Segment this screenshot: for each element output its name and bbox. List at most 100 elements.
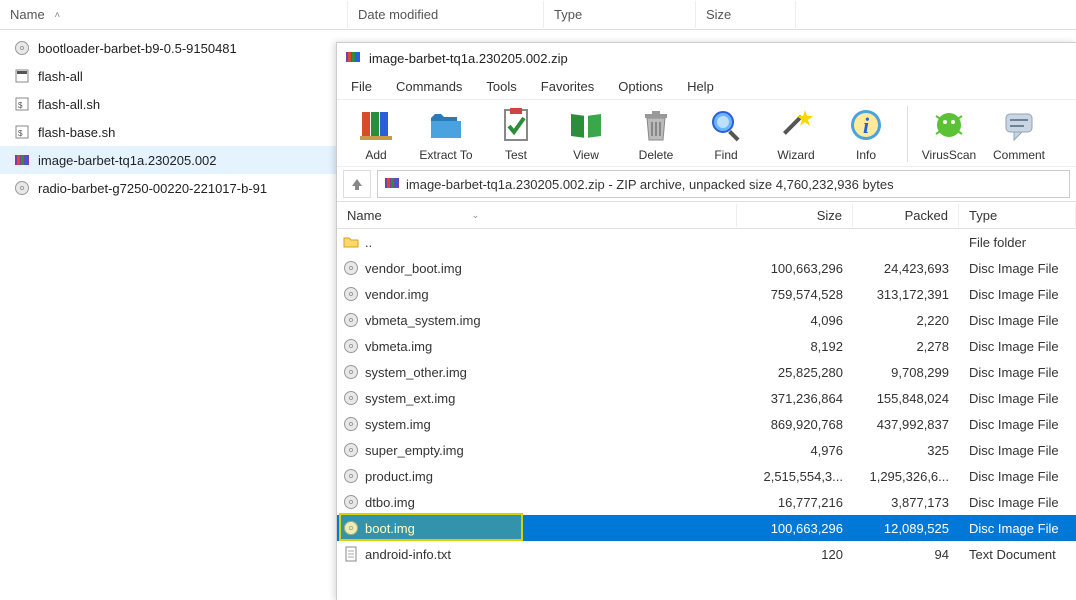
name-cell: .. — [337, 234, 737, 250]
winrar-window: image-barbet-tq1a.230205.002.zip FileCom… — [336, 42, 1076, 600]
test-button[interactable]: Test — [481, 104, 551, 164]
shell-icon: $ — [14, 124, 30, 140]
text-icon — [343, 546, 359, 562]
disc-icon — [343, 390, 359, 406]
size-cell: 100,663,296 — [737, 521, 853, 536]
disc-icon — [343, 494, 359, 510]
packed-cell: 94 — [853, 547, 959, 562]
type-cell: Disc Image File — [959, 417, 1076, 432]
archive-row[interactable]: dtbo.img16,777,2163,877,173Disc Image Fi… — [337, 489, 1076, 515]
menu-file[interactable]: File — [339, 75, 384, 98]
col-header-date[interactable]: Date modified — [348, 1, 544, 28]
type-cell: Disc Image File — [959, 469, 1076, 484]
comment-button[interactable]: Comment — [984, 104, 1054, 164]
archive-row[interactable]: system.img869,920,768437,992,837Disc Ima… — [337, 411, 1076, 437]
packed-cell: 155,848,024 — [853, 391, 959, 406]
trash-icon — [637, 106, 675, 144]
col-name-label: Name — [10, 7, 45, 22]
svg-text:i: i — [863, 113, 870, 138]
file-name: radio-barbet-g7250-00220-221017-b-91 — [38, 181, 267, 196]
menu-tools[interactable]: Tools — [474, 75, 528, 98]
toolbar: Add Extract ToTestViewDelete Find Wizard i In… — [337, 99, 1076, 167]
archive-row[interactable]: vendor_boot.img100,663,29624,423,693Disc… — [337, 255, 1076, 281]
type-cell: Disc Image File — [959, 261, 1076, 276]
file-name: system.img — [365, 417, 431, 432]
winrar-icon — [384, 175, 400, 194]
archive-row[interactable]: vbmeta.img8,1922,278Disc Image File — [337, 333, 1076, 359]
menu-help[interactable]: Help — [675, 75, 726, 98]
name-cell: vbmeta_system.img — [337, 312, 737, 328]
packed-cell: 1,295,326,6... — [853, 469, 959, 484]
delete-button[interactable]: Delete — [621, 104, 691, 164]
file-name: vbmeta.img — [365, 339, 432, 354]
file-name: super_empty.img — [365, 443, 464, 458]
add-button[interactable]: Add — [341, 104, 411, 164]
size-cell: 2,515,554,3... — [737, 469, 853, 484]
comment-icon — [1000, 106, 1038, 144]
archive-col-size[interactable]: Size — [737, 204, 853, 227]
archive-row[interactable]: android-info.txt12094Text Document — [337, 541, 1076, 567]
disc-icon — [343, 312, 359, 328]
col-header-type[interactable]: Type — [544, 1, 696, 28]
archive-row[interactable]: boot.img100,663,29612,089,525Disc Image … — [337, 515, 1076, 541]
archive-col-type[interactable]: Type — [959, 204, 1076, 227]
winrar-app-icon — [345, 49, 361, 68]
file-name: android-info.txt — [365, 547, 451, 562]
size-cell: 869,920,768 — [737, 417, 853, 432]
archive-row[interactable]: vendor.img759,574,528313,172,391Disc Ima… — [337, 281, 1076, 307]
find-icon — [707, 106, 745, 144]
address-text: image-barbet-tq1a.230205.002.zip - ZIP a… — [406, 177, 894, 192]
archive-col-name[interactable]: Name ⌄ — [337, 204, 737, 227]
info-button[interactable]: i Info — [831, 104, 901, 164]
toolbar-label: Wizard — [777, 148, 814, 162]
shell-icon: $ — [14, 96, 30, 112]
packed-cell: 313,172,391 — [853, 287, 959, 302]
type-cell: Disc Image File — [959, 365, 1076, 380]
sort-indicator-icon: ˄ — [54, 10, 60, 21]
type-cell: Disc Image File — [959, 313, 1076, 328]
toolbar-label: Find — [714, 148, 737, 162]
name-cell: system_ext.img — [337, 390, 737, 406]
archive-row[interactable]: system_ext.img371,236,864155,848,024Disc… — [337, 385, 1076, 411]
toolbar-label: Info — [856, 148, 876, 162]
menu-commands[interactable]: Commands — [384, 75, 474, 98]
winrar-icon — [14, 152, 30, 168]
archive-row[interactable]: super_empty.img4,976325Disc Image File — [337, 437, 1076, 463]
archive-row[interactable]: vbmeta_system.img4,0962,220Disc Image Fi… — [337, 307, 1076, 333]
find-button[interactable]: Find — [691, 104, 761, 164]
toolbar-label: Add — [365, 148, 386, 162]
titlebar: image-barbet-tq1a.230205.002.zip — [337, 43, 1076, 73]
packed-cell: 2,220 — [853, 313, 959, 328]
name-cell: vendor_boot.img — [337, 260, 737, 276]
address-field[interactable]: image-barbet-tq1a.230205.002.zip - ZIP a… — [377, 170, 1070, 198]
virusscan-button[interactable]: VirusScan — [914, 104, 984, 164]
menu-options[interactable]: Options — [606, 75, 675, 98]
packed-cell: 2,278 — [853, 339, 959, 354]
extract-to-button[interactable]: Extract To — [411, 104, 481, 164]
archive-column-header: Name ⌄ Size Packed Type — [337, 201, 1076, 229]
name-cell: android-info.txt — [337, 546, 737, 562]
up-button[interactable] — [343, 170, 371, 198]
disc-icon — [343, 286, 359, 302]
name-cell: vendor.img — [337, 286, 737, 302]
archive-row[interactable]: ..File folder — [337, 229, 1076, 255]
col-header-size[interactable]: Size — [696, 1, 796, 28]
chevron-down-icon: ⌄ — [472, 210, 480, 221]
size-cell: 120 — [737, 547, 853, 562]
size-cell: 4,096 — [737, 313, 853, 328]
batch-icon — [14, 68, 30, 84]
col-header-name[interactable]: Name ˄ — [0, 1, 348, 28]
toolbar-label: VirusScan — [922, 148, 976, 162]
menu-favorites[interactable]: Favorites — [529, 75, 606, 98]
clipboard-check-icon — [497, 106, 535, 144]
archive-row[interactable]: system_other.img25,825,2809,708,299Disc … — [337, 359, 1076, 385]
type-cell: Disc Image File — [959, 339, 1076, 354]
wizard-button[interactable]: Wizard — [761, 104, 831, 164]
toolbar-label: Comment — [993, 148, 1045, 162]
archive-row[interactable]: product.img2,515,554,3...1,295,326,6...D… — [337, 463, 1076, 489]
window-title: image-barbet-tq1a.230205.002.zip — [369, 51, 568, 66]
view-button[interactable]: View — [551, 104, 621, 164]
toolbar-separator — [907, 106, 908, 162]
address-bar: image-barbet-tq1a.230205.002.zip - ZIP a… — [337, 167, 1076, 201]
archive-col-packed[interactable]: Packed — [853, 204, 959, 227]
